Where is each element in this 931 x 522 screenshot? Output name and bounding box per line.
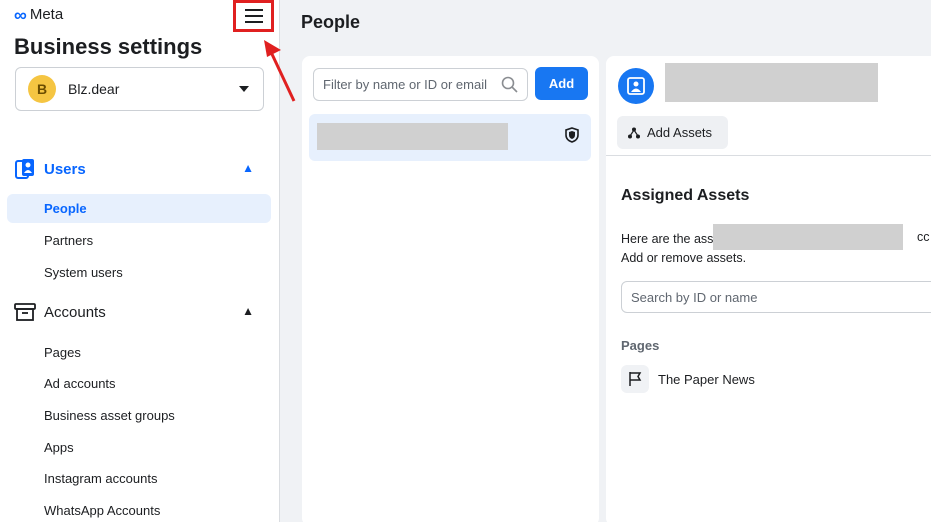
sidebar-item-partners[interactable]: Partners (7, 226, 271, 255)
business-avatar: B (28, 75, 56, 103)
redacted-name (317, 123, 508, 150)
filter-input[interactable] (313, 68, 528, 101)
chevron-up-icon: ▲ (242, 304, 254, 318)
add-person-button[interactable]: Add (535, 67, 588, 100)
add-assets-label: Add Assets (647, 125, 713, 140)
chevron-up-icon: ▲ (242, 161, 254, 175)
asset-search-input[interactable] (621, 281, 931, 313)
people-list-panel: Add (302, 56, 599, 522)
pages-label: Pages (621, 338, 660, 353)
annotation-arrow (264, 40, 296, 102)
page-heading: Business settings (14, 34, 203, 59)
sidebar: ∞ Meta Business settings B Blz.dear User… (0, 0, 280, 522)
detail-header: Add Assets (606, 56, 931, 156)
sidebar-item-whatsapp-accounts[interactable]: WhatsApp Accounts (7, 496, 271, 522)
sidebar-item-apps[interactable]: Apps (7, 433, 271, 462)
section-accounts[interactable]: Accounts ▲ (14, 299, 266, 325)
redacted-text (713, 224, 903, 250)
person-avatar (618, 68, 654, 104)
list-item[interactable] (309, 114, 591, 161)
search-icon (501, 76, 518, 93)
page-name: The Paper News (658, 371, 755, 387)
sidebar-item-business-asset-groups[interactable]: Business asset groups (7, 401, 271, 430)
meta-brand-text: Meta (29, 6, 64, 23)
section-users-label: Users (44, 160, 86, 178)
sidebar-item-instagram-accounts[interactable]: Instagram accounts (7, 464, 271, 493)
person-detail-panel: Add Assets Assigned Assets Here are the … (606, 56, 931, 522)
flag-icon (621, 365, 649, 393)
section-accounts-label: Accounts (44, 303, 106, 321)
hamburger-icon (244, 5, 263, 27)
caret-down-icon (239, 86, 249, 92)
desc-line-1: Here are the asset (621, 232, 724, 246)
sidebar-item-system-users[interactable]: System users (7, 258, 271, 287)
hamburger-menu-button[interactable] (233, 0, 274, 32)
users-icon (14, 158, 36, 180)
business-selector[interactable]: B Blz.dear (15, 67, 264, 111)
add-assets-button[interactable]: Add Assets (617, 116, 728, 149)
assigned-assets-title: Assigned Assets (621, 187, 750, 204)
section-users[interactable]: Users ▲ (14, 156, 266, 182)
assets-icon (628, 127, 640, 138)
sidebar-item-people[interactable]: People (7, 194, 271, 223)
redacted-person-name (665, 63, 878, 102)
sidebar-item-pages[interactable]: Pages (7, 338, 271, 367)
meta-logo[interactable]: ∞ Meta (14, 4, 64, 25)
desc-line-2: Add or remove assets. (621, 251, 747, 265)
meta-infinity-icon: ∞ (14, 4, 27, 25)
business-name: Blz.dear (68, 81, 120, 97)
sidebar-item-ad-accounts[interactable]: Ad accounts (7, 369, 271, 398)
shield-icon (565, 127, 579, 143)
page-title: People (301, 12, 361, 32)
desc-tail: cc (917, 230, 930, 244)
accounts-icon (14, 301, 36, 323)
list-item[interactable]: The Paper News (621, 365, 755, 393)
